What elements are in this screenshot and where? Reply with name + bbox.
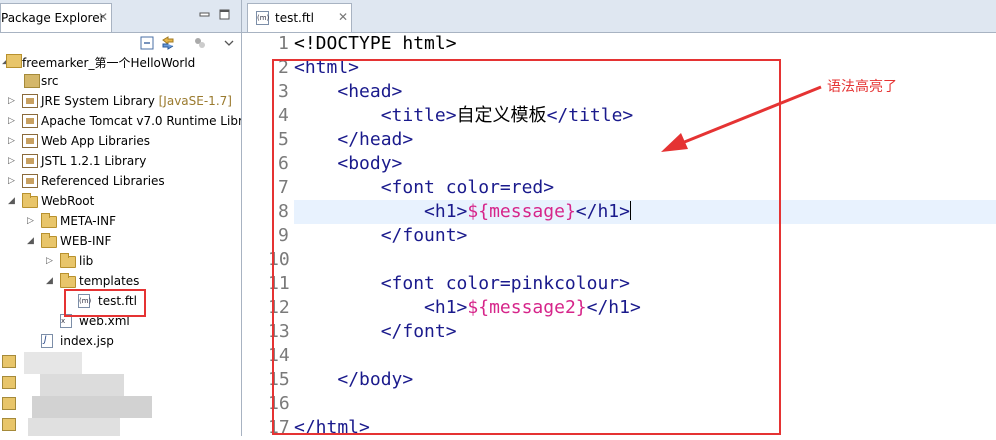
- annotation-arrow: [661, 85, 822, 152]
- collapsed-twisty-icon[interactable]: ▷: [27, 216, 35, 226]
- expanded-twisty-icon[interactable]: ◢: [8, 196, 16, 206]
- tree-item-webroot[interactable]: ◢ WebRoot: [0, 192, 240, 212]
- tab-package-explorer[interactable]: Package Explorer ✕: [0, 3, 112, 32]
- code-token: <!DOCTYPE html>: [294, 33, 457, 54]
- folder-icon: [22, 193, 38, 208]
- package-explorer-tabbar: Package Explorer ✕: [0, 0, 241, 33]
- library-icon: [22, 154, 38, 168]
- library-icon: [22, 94, 38, 108]
- expanded-twisty-icon[interactable]: ◢: [46, 276, 54, 286]
- tree-item-label: index.jsp: [60, 334, 114, 348]
- tree-item-label: JSTL 1.2.1 Library: [41, 154, 147, 168]
- tree-item-label: templates: [79, 274, 140, 288]
- line-number: 1: [278, 33, 289, 54]
- tree-item-webapp-library[interactable]: ▷ Web App Libraries: [0, 132, 240, 152]
- tab-test-ftl[interactable]: (m) test.ftl ✕: [247, 3, 352, 32]
- tree-item-index-jsp[interactable]: index.jsp: [0, 332, 240, 352]
- tab-test-ftl-label: test.ftl: [275, 11, 314, 25]
- tree-item-web-inf[interactable]: ◢ WEB-INF: [0, 232, 240, 252]
- project-icon: [2, 418, 16, 431]
- annotation-label: 语法高亮了: [827, 79, 897, 95]
- tree-item-project[interactable]: ◢ freemarker_第一个HelloWorld: [0, 52, 240, 72]
- tree-item-jstl-library[interactable]: ▷ JSTL 1.2.1 Library: [0, 152, 240, 172]
- jsp-file-icon: [41, 334, 53, 348]
- ftl-file-icon: (m): [256, 11, 269, 25]
- collapsed-twisty-icon[interactable]: ▷: [46, 256, 54, 266]
- blurred-region: [40, 374, 124, 396]
- collapse-all-icon[interactable]: [140, 36, 154, 50]
- view-menu-icon[interactable]: [193, 36, 207, 50]
- package-folder-icon: [24, 74, 40, 88]
- minimize-icon[interactable]: [199, 9, 210, 20]
- blurred-region: [28, 418, 120, 436]
- chevron-down-icon[interactable]: [222, 36, 236, 50]
- package-explorer: Package Explorer ✕ ◢ freemarker_第一个Hello…: [0, 0, 242, 436]
- collapsed-twisty-icon[interactable]: ▷: [8, 116, 16, 126]
- library-icon: [22, 174, 38, 188]
- code-text: <!DOCTYPE html>: [294, 32, 457, 56]
- tree-item-label: freemarker_第一个HelloWorld: [22, 56, 196, 70]
- tab-package-explorer-label: Package Explorer: [1, 11, 105, 25]
- folder-icon: [60, 273, 76, 288]
- close-icon[interactable]: ✕: [98, 10, 108, 24]
- tree-item-label: WEB-INF: [60, 234, 112, 248]
- link-with-editor-icon[interactable]: [161, 36, 175, 50]
- tree-item-label: Referenced Libraries: [41, 174, 165, 188]
- tree-item-label: Web App Libraries: [41, 134, 151, 148]
- expanded-twisty-icon[interactable]: ◢: [27, 236, 35, 246]
- project-icon: [2, 397, 16, 410]
- tree-item-src[interactable]: src: [0, 72, 240, 92]
- highlight-box-test-ftl: [64, 289, 146, 317]
- maximize-icon[interactable]: [219, 9, 230, 20]
- library-icon: [22, 134, 38, 148]
- tree-item-label: WebRoot: [41, 194, 95, 208]
- tree-item-label: META-INF: [60, 214, 117, 228]
- project-icon: [6, 54, 22, 68]
- blurred-region: [32, 396, 152, 418]
- tree-item-label: Apache Tomcat v7.0 Runtime Libra: [41, 114, 242, 128]
- library-icon: [22, 114, 38, 128]
- editor-tabbar: (m) test.ftl ✕: [242, 0, 996, 33]
- tree-item-label: src: [41, 74, 59, 88]
- tree-item-label: JRE System Library [JavaSE-1.7]: [41, 94, 232, 108]
- project-icon: [2, 376, 16, 389]
- collapsed-twisty-icon[interactable]: ▷: [8, 176, 16, 186]
- jre-version-decoration: [JavaSE-1.7]: [158, 94, 232, 108]
- tree-item-tomcat-library[interactable]: ▷ Apache Tomcat v7.0 Runtime Libra: [0, 112, 242, 132]
- folder-icon: [41, 213, 57, 228]
- collapsed-twisty-icon[interactable]: ▷: [8, 96, 16, 106]
- tree-item-lib[interactable]: ▷ lib: [0, 252, 240, 272]
- tree-item-jre-library[interactable]: ▷ JRE System Library [JavaSE-1.7]: [0, 92, 240, 112]
- tree-item-meta-inf[interactable]: ▷ META-INF: [0, 212, 240, 232]
- blurred-region: [24, 352, 82, 374]
- tree-item-label: lib: [79, 254, 94, 268]
- folder-icon: [41, 233, 57, 248]
- collapsed-twisty-icon[interactable]: ▷: [8, 156, 16, 166]
- code-line[interactable]: 1 <!DOCTYPE html>: [242, 32, 996, 56]
- close-icon[interactable]: ✕: [338, 10, 348, 24]
- folder-icon: [60, 253, 76, 268]
- project-icon: [2, 355, 16, 368]
- collapsed-twisty-icon[interactable]: ▷: [8, 136, 16, 146]
- tree-item-referenced-libraries[interactable]: ▷ Referenced Libraries: [0, 172, 240, 192]
